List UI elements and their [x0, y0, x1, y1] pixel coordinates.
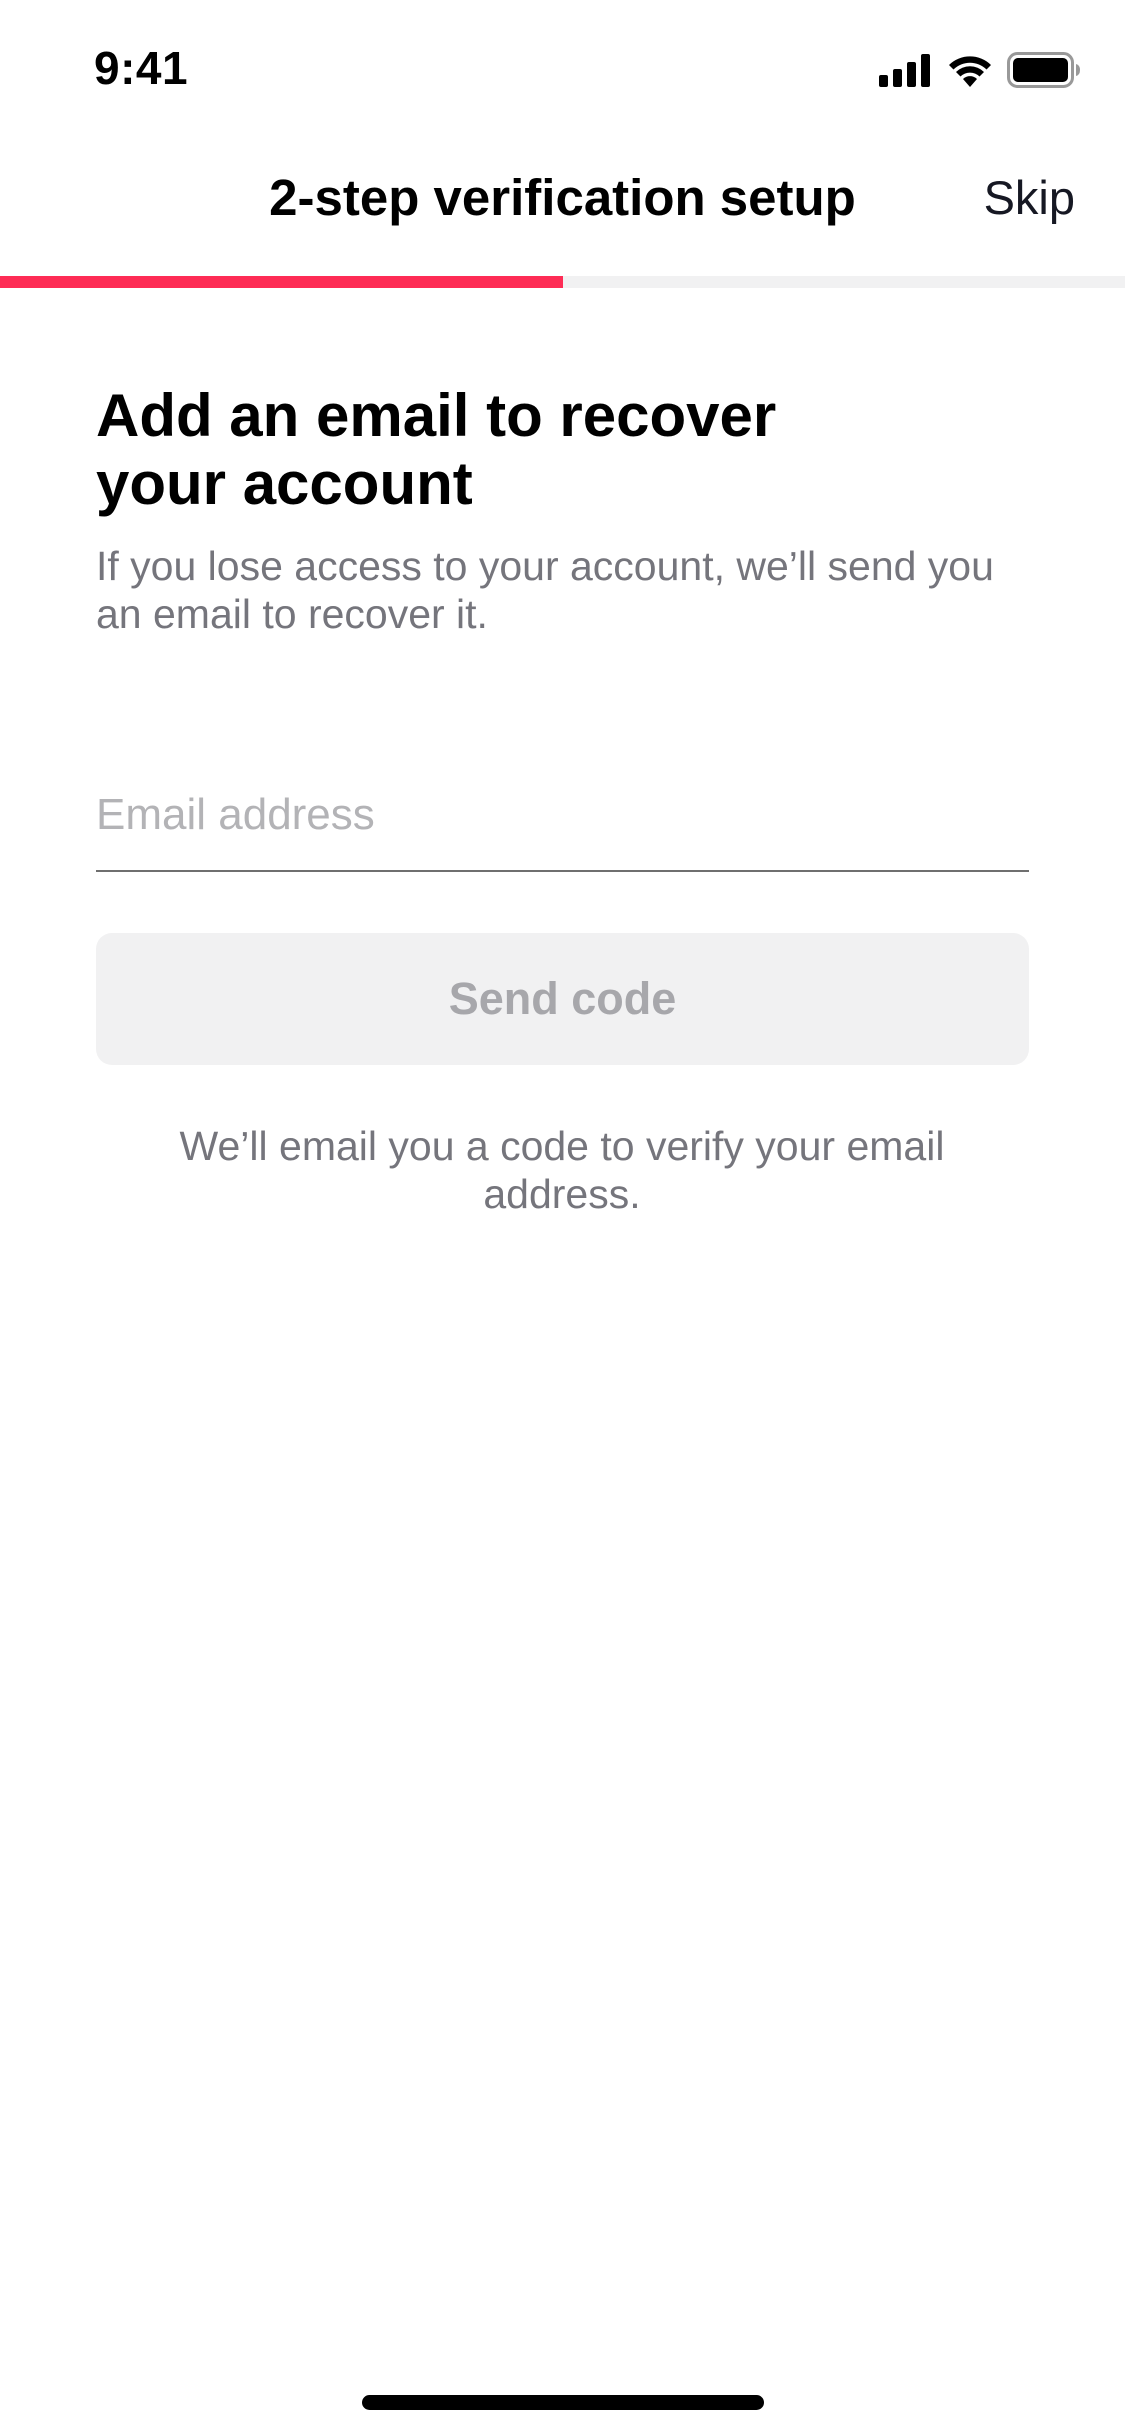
page-title: 2-step verification setup: [269, 169, 856, 226]
helper-text: We’ll email you a code to verify your em…: [179, 1123, 945, 1217]
battery-icon: [1007, 52, 1081, 88]
headline: Add an email to recover your account: [96, 382, 777, 517]
status-time: 9:41: [94, 42, 189, 94]
progress-bar-fill: [0, 276, 563, 288]
description-text: If you lose access to your account, we’l…: [96, 543, 994, 637]
navigation-header: 2-step verification setup Skip: [0, 150, 1125, 246]
skip-button[interactable]: Skip: [984, 168, 1075, 228]
wifi-icon: [947, 53, 993, 87]
home-indicator: [362, 2395, 764, 2410]
status-icons: [879, 50, 1081, 90]
send-code-button[interactable]: Send code: [96, 933, 1029, 1065]
email-address-input[interactable]: [96, 760, 1029, 872]
cellular-signal-icon: [879, 53, 933, 87]
status-bar: 9:41: [0, 0, 1125, 132]
progress-bar: [0, 276, 1125, 288]
